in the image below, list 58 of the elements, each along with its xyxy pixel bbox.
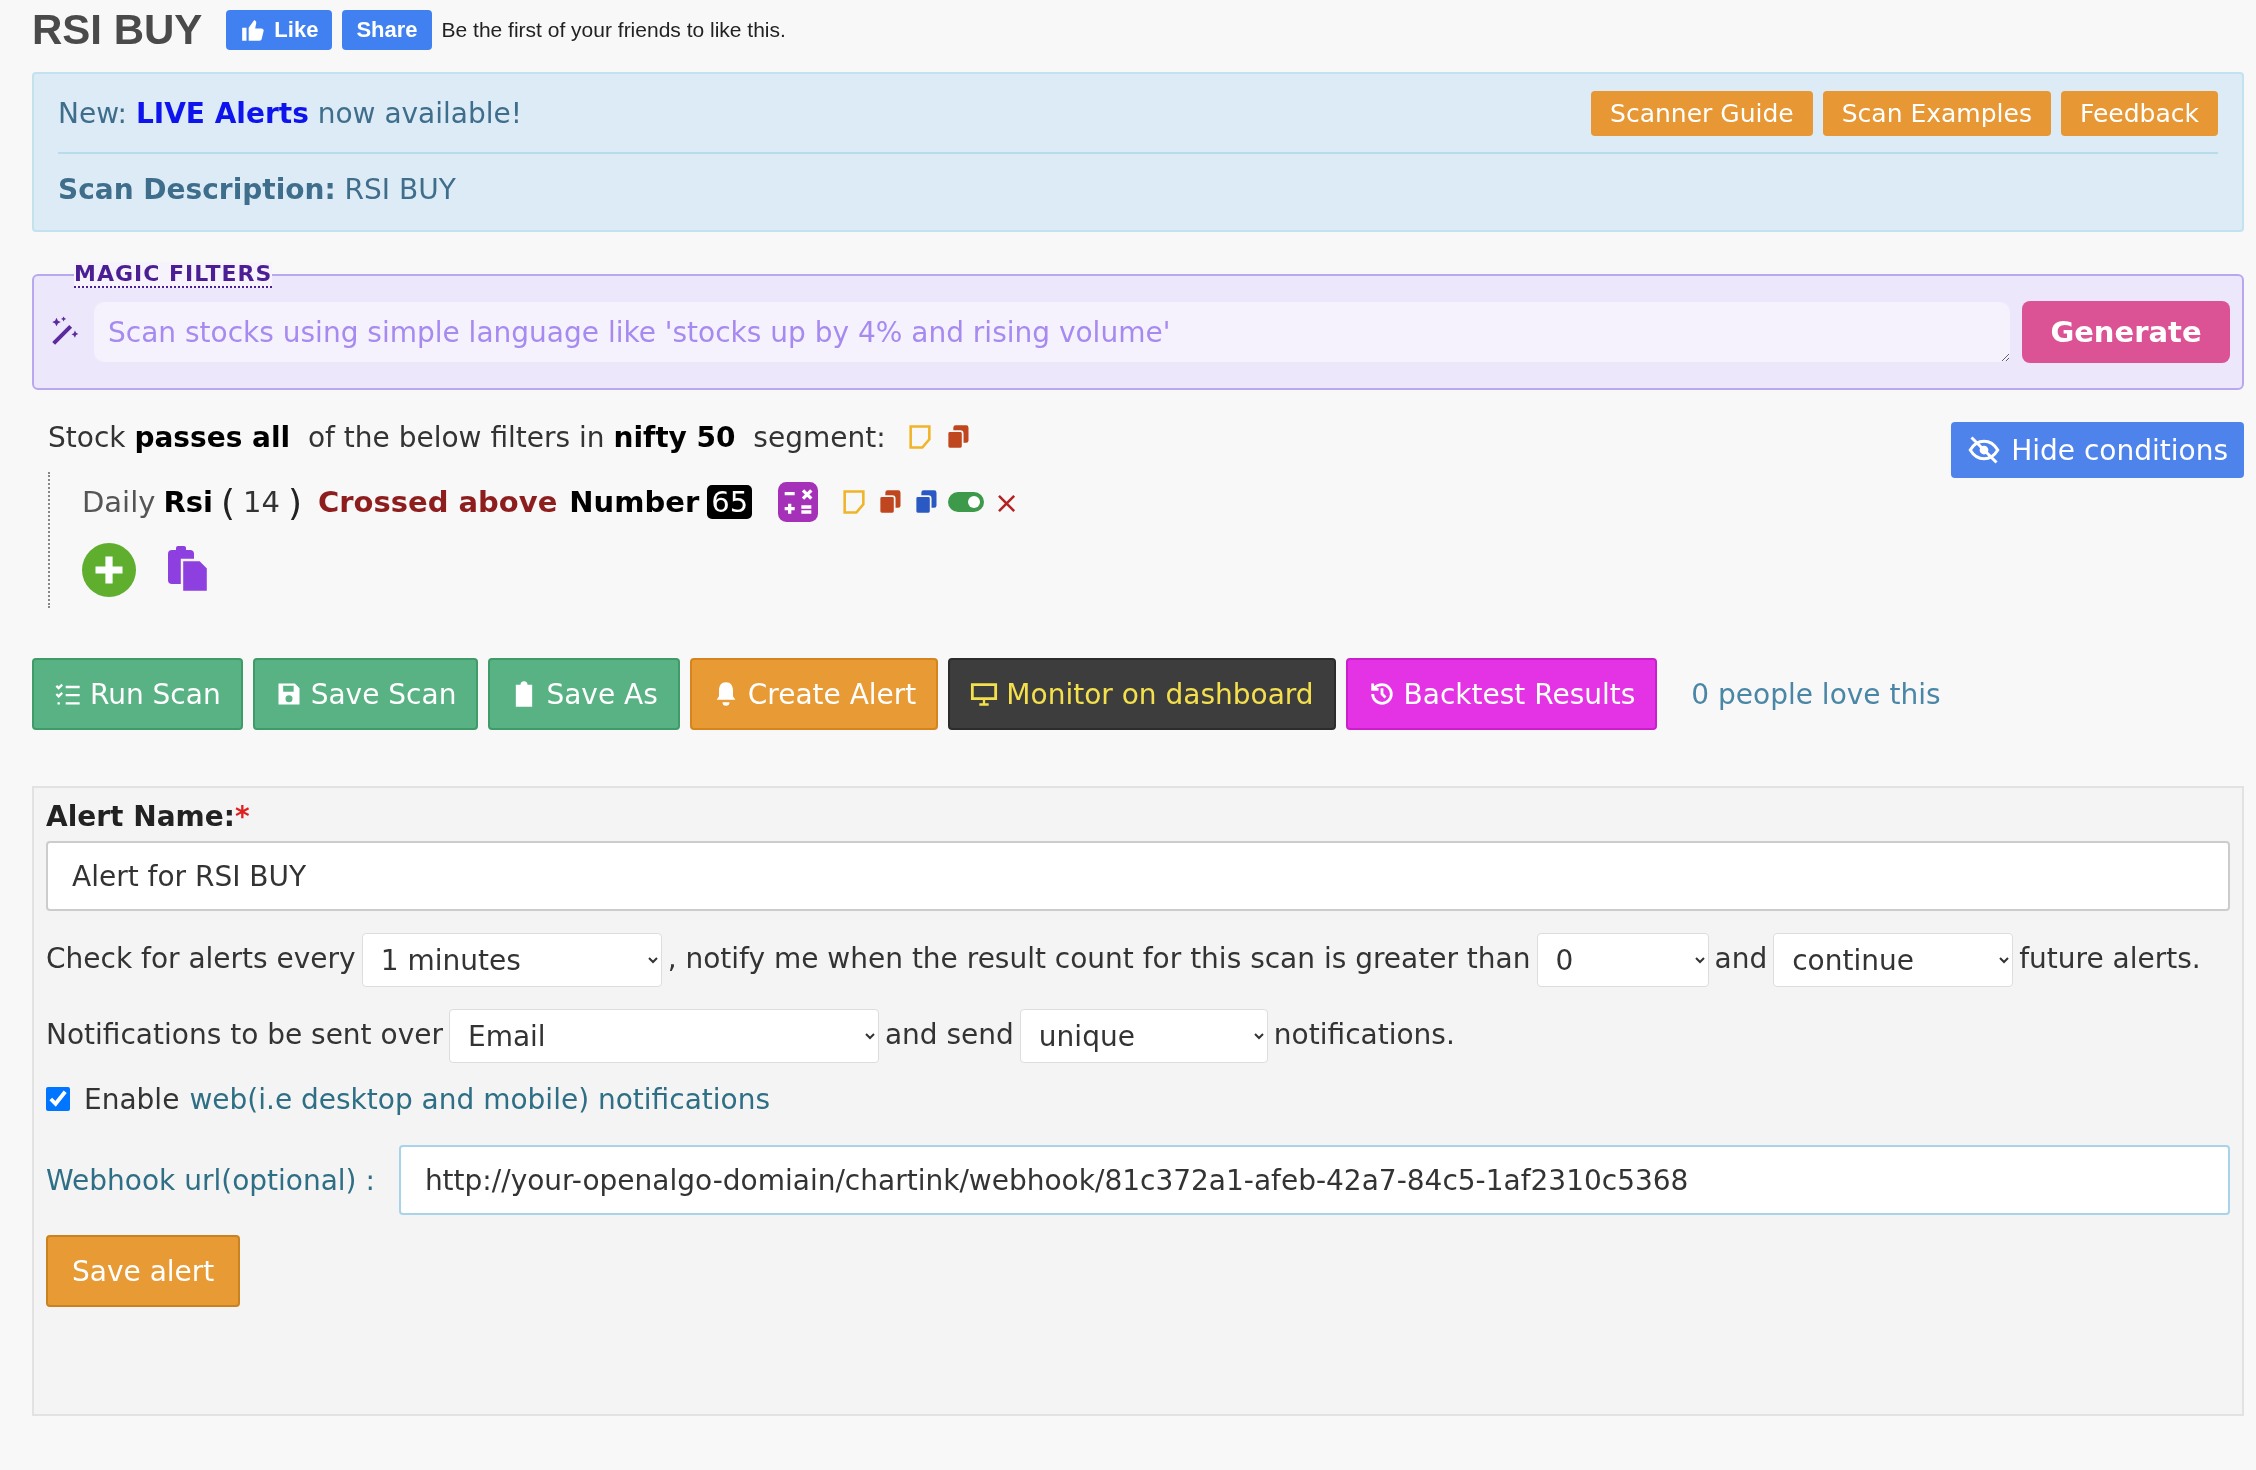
action-button[interactable]: Monitor on dashboard <box>948 658 1336 730</box>
action-button[interactable]: Save Scan <box>252 658 479 730</box>
notifications-over-text: Notifications to be sent over <box>46 1018 443 1051</box>
parameter-text: 14 <box>243 485 280 519</box>
future-alerts-text: future alerts. <box>2019 942 2201 975</box>
web-notifications-link[interactable]: web(i.e desktop and mobile) notifications <box>189 1082 770 1116</box>
alert-name-input[interactable]: Alert for RSI BUY <box>46 841 2230 911</box>
operator-text: Crossed above <box>317 485 558 519</box>
action-button[interactable]: Backtest Results <box>1345 658 1658 730</box>
channel-select[interactable]: Email <box>448 1009 879 1063</box>
action-button[interactable]: Run Scan <box>32 658 243 730</box>
action-button[interactable]: Create Alert <box>689 658 939 730</box>
threshold-select[interactable]: 0 <box>1536 933 1709 987</box>
filter-summary: Stock passes all of the below filters in nifty 50 segment: <box>48 420 886 454</box>
parenthesis: ( <box>220 481 235 523</box>
enable-text: Enable <box>84 1082 180 1116</box>
check-text: Check for alerts every <box>46 942 356 975</box>
hide-conditions-button[interactable]: Hide conditions <box>1951 422 2244 478</box>
thumbs-up-icon <box>240 17 267 43</box>
add-icon <box>82 543 136 597</box>
eye-slash-icon <box>1967 435 2002 465</box>
value-badge: 65 <box>707 485 753 519</box>
scan-description: Scan Description: RSI BUY <box>58 172 456 206</box>
social-text: Be the first of your friends to like this. <box>441 18 786 42</box>
indicator-text: Rsi <box>163 485 213 519</box>
magic-filters-legend: MAGIC FILTERS <box>74 262 273 288</box>
frequency-select[interactable]: unique <box>1019 1009 1268 1063</box>
web-notifications-checkbox[interactable] <box>46 1087 70 1111</box>
mode-select[interactable]: continue <box>1773 933 2014 987</box>
like-button[interactable]: Like <box>226 10 333 50</box>
remove-button[interactable]: × <box>992 484 1022 520</box>
toggle-switch[interactable] <box>948 492 985 512</box>
action-button[interactable]: Save As <box>488 658 680 730</box>
notifications-text: notifications. <box>1273 1018 1455 1051</box>
guide-button[interactable]: Feedback <box>2060 90 2218 136</box>
interval-select[interactable]: 1 minutes <box>361 933 662 987</box>
guide-button[interactable]: Scan Examples <box>1822 90 2051 136</box>
page-title: RSI BUY <box>32 6 203 54</box>
and-text: and <box>1714 942 1768 975</box>
alert-name-label: Alert Name: <box>46 800 235 833</box>
calculator-icon <box>778 482 819 522</box>
guide-button[interactable]: Scanner Guide <box>1591 90 1813 136</box>
live-alerts-link[interactable]: LIVE Alerts <box>135 96 309 130</box>
notify-text: , notify me when the result count for this scan is greater than <box>667 942 1531 975</box>
webhook-url-input[interactable]: http://your-openalgo-domiain/chartink/webhook/81c372a1-afeb-42a7-84c5-1af2310c5368 <box>398 1145 2230 1215</box>
save-alert-button[interactable]: Save alert <box>46 1235 241 1307</box>
announcement-text: New: LIVE Alerts now available! <box>58 96 522 130</box>
love-count-text: 0 people love this <box>1691 677 1941 711</box>
and-send-text: and send <box>884 1018 1014 1051</box>
operand-text: Number <box>569 485 700 519</box>
magic-filter-input[interactable]: Scan stocks using simple language like 'stocks up by 4% and rising volume' <box>94 302 2010 362</box>
monitor-icon <box>970 680 999 708</box>
generate-button[interactable]: Generate <box>2022 301 2230 363</box>
share-button[interactable]: Share <box>342 10 432 50</box>
parenthesis: ) <box>287 481 302 523</box>
required-mark: * <box>234 800 250 833</box>
webhook-label: Webhook url(optional) : <box>46 1163 375 1197</box>
timeframe-text: Daily <box>82 485 156 519</box>
